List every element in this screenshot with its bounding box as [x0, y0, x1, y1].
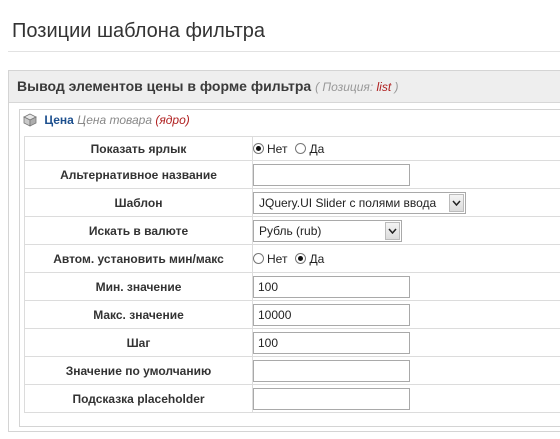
default-value-input[interactable] — [253, 359, 410, 382]
show-label-radios: Нет Да — [253, 142, 560, 156]
step-label: Шаг — [24, 328, 253, 357]
row-default-value: Значение по умолчанию — [24, 356, 560, 385]
currency-select-value: Рубль (rub) — [259, 223, 322, 238]
template-label: Шаблон — [24, 188, 253, 217]
page-title: Позиции шаблона фильтра — [12, 20, 265, 42]
row-auto-minmax: Автом. установить мин/макс Нет Да — [24, 244, 560, 273]
currency-label: Искать в валюте — [24, 216, 253, 245]
template-select-value: JQuery.UI Slider с полями ввода — [259, 195, 437, 210]
cube-icon — [23, 113, 37, 130]
row-placeholder: Подсказка placeholder — [24, 384, 560, 413]
section-header: Вывод элементов цены в форме фильтра ( П… — [9, 71, 560, 103]
placeholder-input[interactable] — [253, 387, 410, 410]
alt-name-input[interactable] — [253, 163, 410, 186]
position-close: ) — [394, 80, 399, 94]
max-value-label: Макс. значение — [24, 300, 253, 329]
min-value-input[interactable] — [253, 275, 410, 298]
section-panel: Вывод элементов цены в форме фильтра ( П… — [8, 70, 560, 432]
show-label-yes-radio[interactable]: Да — [295, 142, 324, 156]
radio-on-icon — [253, 143, 264, 154]
radio-on-icon — [295, 253, 307, 264]
step-input[interactable] — [253, 331, 410, 354]
show-label-label: Показать ярлык — [24, 136, 253, 161]
field-description: Цена товара — [77, 113, 153, 127]
radio-off-icon — [253, 253, 264, 264]
radio-off-icon — [295, 143, 307, 154]
alt-name-label: Альтернативное название — [24, 160, 253, 189]
show-label-no-radio[interactable]: Нет — [253, 142, 287, 156]
position-note: ( Позиция: list ) — [315, 80, 398, 94]
field-header: Цена Цена товара (ядро) — [20, 110, 560, 133]
auto-minmax-radios: Нет Да — [253, 252, 560, 266]
row-min-value: Мин. значение — [24, 272, 560, 301]
row-currency: Искать в валюте Рубль (rub) — [24, 216, 560, 245]
row-max-value: Макс. значение — [24, 300, 560, 329]
auto-minmax-yes-radio[interactable]: Да — [295, 252, 324, 266]
row-alt-name: Альтернативное название — [24, 160, 560, 189]
title-divider — [8, 51, 560, 52]
default-value-label: Значение по умолчанию — [24, 356, 253, 385]
position-value: list — [376, 80, 392, 94]
field-core-tag: (ядро) — [155, 113, 190, 127]
row-template: Шаблон JQuery.UI Slider с полями ввода — [24, 188, 560, 217]
chevron-down-icon[interactable] — [385, 221, 400, 240]
position-label: ( Позиция: — [315, 80, 374, 94]
template-select[interactable]: JQuery.UI Slider с полями ввода — [253, 191, 466, 214]
settings-table: Показать ярлык Нет Да Альтернативное наз… — [24, 136, 560, 413]
placeholder-label: Подсказка placeholder — [24, 384, 253, 413]
auto-minmax-no-radio[interactable]: Нет — [253, 252, 287, 266]
max-value-input[interactable] — [253, 303, 410, 326]
chevron-down-icon[interactable] — [449, 193, 464, 212]
row-show-label: Показать ярлык Нет Да — [24, 136, 560, 161]
field-name: Цена — [44, 113, 74, 127]
section-title: Вывод элементов цены в форме фильтра — [17, 78, 312, 94]
row-step: Шаг — [24, 328, 560, 357]
auto-minmax-label: Автом. установить мин/макс — [24, 244, 253, 273]
field-panel: Цена Цена товара (ядро) Показать ярлык Н… — [19, 109, 560, 427]
currency-select[interactable]: Рубль (rub) — [253, 219, 402, 242]
min-value-label: Мин. значение — [24, 272, 253, 301]
